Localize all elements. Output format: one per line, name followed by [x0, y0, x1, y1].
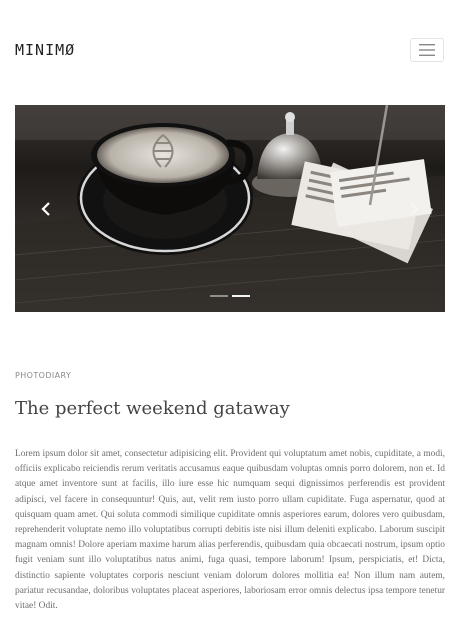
post-title[interactable]: The perfect weekend gataway — [15, 398, 290, 419]
hamburger-icon — [419, 44, 435, 56]
site-header: MINIMØ — [0, 0, 467, 100]
chevron-left-icon — [41, 202, 50, 216]
post-category[interactable]: PHOTODIARY — [15, 371, 71, 380]
carousel-indicator[interactable] — [210, 295, 228, 297]
site-logo[interactable]: MINIMØ — [15, 41, 75, 59]
image-carousel[interactable] — [15, 105, 445, 312]
carousel-next-button[interactable] — [403, 198, 425, 220]
coffee-cup-photo — [15, 105, 445, 312]
carousel-indicator-active[interactable] — [232, 295, 250, 297]
post-body: Lorem ipsum dolor sit amet, consectetur … — [15, 449, 445, 612]
carousel-prev-button[interactable] — [35, 198, 57, 220]
carousel-indicators — [15, 295, 445, 297]
menu-toggle-button[interactable] — [410, 38, 444, 62]
chevron-right-icon — [410, 202, 419, 216]
